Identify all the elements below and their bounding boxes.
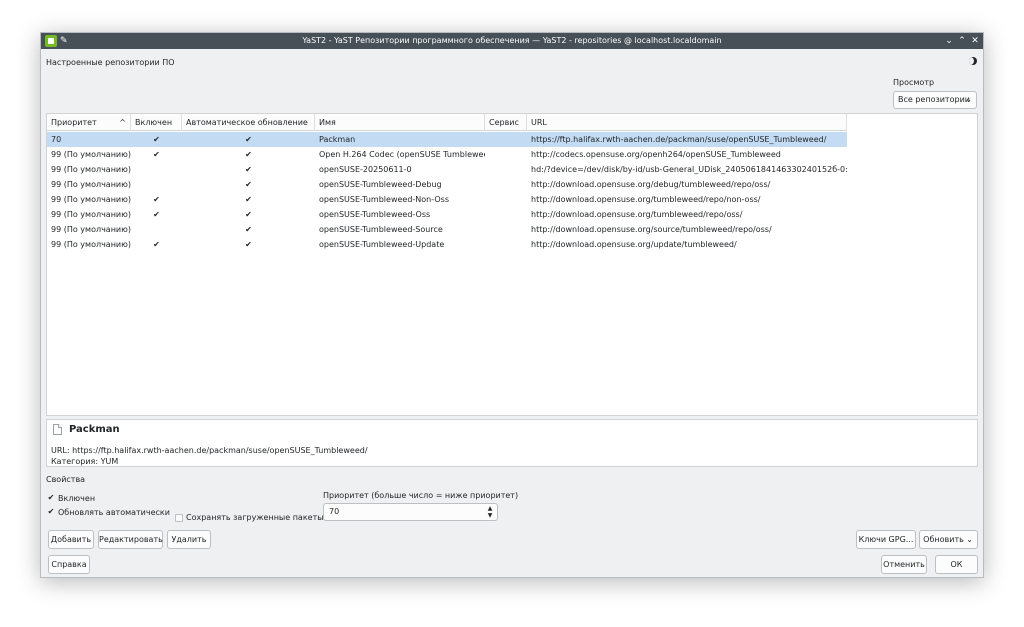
refresh-button[interactable]: Обновить ⌄ bbox=[919, 530, 978, 549]
autorefresh-check-icon: ✔ bbox=[245, 150, 252, 159]
cell-name: openSUSE-20250611-0 bbox=[319, 165, 412, 174]
delete-button[interactable]: Удалить bbox=[167, 530, 211, 549]
cell-priority: 99 (По умолчанию) bbox=[51, 150, 131, 159]
cell-url: https://ftp.halifax.rwth-aachen.de/packm… bbox=[531, 135, 827, 144]
refresh-button-label: Обновить bbox=[923, 535, 964, 544]
detail-category: Категория: YUM bbox=[51, 457, 119, 466]
cell-priority: 70 bbox=[51, 135, 62, 144]
autorefresh-check-icon: ✔ bbox=[245, 240, 252, 249]
table-row[interactable]: 70 ✔ ✔ Packman https://ftp.halifax.rwth-aach… bbox=[47, 132, 847, 147]
enabled-check-icon: ✔ bbox=[153, 195, 160, 204]
detail-title: Packman bbox=[69, 424, 120, 435]
spin-arrows-icon[interactable]: ▲ ▼ bbox=[486, 505, 494, 519]
cell-priority: 99 (По умолчанию) bbox=[51, 210, 131, 219]
cell-priority: 99 (По умолчанию) bbox=[51, 240, 131, 249]
cell-url: http://codecs.opensuse.org/openh264/open… bbox=[531, 150, 781, 159]
enabled-check-icon: ✔ bbox=[153, 135, 160, 144]
column-header-priority[interactable]: Приоритет ^ bbox=[47, 114, 131, 131]
column-header-autorefresh[interactable]: Автоматическое обновление bbox=[182, 114, 315, 131]
page-title: Настроенные репозитории ПО bbox=[46, 58, 175, 67]
table-row[interactable]: 99 (По умолчанию) ✔ openSUSE-20250611-0 hd:… bbox=[47, 162, 847, 177]
view-select-value: Все репозитории bbox=[898, 95, 970, 104]
autorefresh-check-icon: ✔ bbox=[245, 165, 252, 174]
autorefresh-checkbox[interactable]: ✔ bbox=[47, 508, 55, 516]
enabled-checkbox[interactable]: ✔ bbox=[47, 494, 55, 502]
yast-window: ✎ YaST2 - YaST Репозитории программного … bbox=[40, 32, 984, 578]
sort-ascending-icon: ^ bbox=[119, 118, 126, 127]
chevron-down-icon: ⌄ bbox=[965, 95, 972, 104]
autorefresh-check-icon: ✔ bbox=[245, 210, 252, 219]
table-row[interactable]: 99 (По умолчанию) ✔ ✔ openSUSE-Tumbleweed-N… bbox=[47, 192, 847, 207]
properties-label: Свойства bbox=[46, 475, 86, 484]
table-row[interactable]: 99 (По умолчанию) ✔ ✔ openSUSE-Tumbleweed-U… bbox=[47, 237, 847, 252]
cell-name: openSUSE-Tumbleweed-Oss bbox=[319, 210, 431, 219]
gpg-keys-button[interactable]: Ключи GPG... bbox=[856, 530, 916, 549]
cell-name: openSUSE-Tumbleweed-Non-Oss bbox=[319, 195, 449, 204]
title-bar[interactable]: ✎ YaST2 - YaST Репозитории программного … bbox=[41, 33, 983, 49]
enabled-check-icon: ✔ bbox=[153, 210, 160, 219]
cell-url: http://download.opensuse.org/debug/tumbl… bbox=[531, 180, 771, 189]
repository-table[interactable]: Приоритет ^ Включен Автоматическое обнов… bbox=[46, 113, 978, 416]
priority-label: Приоритет (больше число = ниже приоритет… bbox=[323, 491, 519, 500]
close-icon[interactable]: ✕ bbox=[969, 33, 981, 49]
document-icon bbox=[53, 424, 62, 435]
priority-spinbox[interactable]: 70 ▲ ▼ bbox=[323, 503, 498, 521]
detail-url: URL: https://ftp.halifax.rwth-aachen.de/… bbox=[51, 446, 368, 455]
table-row[interactable]: 99 (По умолчанию) ✔ ✔ Open H.264 Codec (ope… bbox=[47, 147, 847, 162]
cell-priority: 99 (По умолчанию) bbox=[51, 225, 131, 234]
edit-button[interactable]: Редактировать bbox=[98, 530, 163, 549]
keep-packages-checkbox[interactable] bbox=[175, 514, 183, 522]
autorefresh-check-icon: ✔ bbox=[245, 195, 252, 204]
cell-url: http://download.opensuse.org/tumbleweed/… bbox=[531, 210, 743, 219]
ok-button[interactable]: ОК bbox=[935, 555, 978, 574]
table-header: Приоритет ^ Включен Автоматическое обнов… bbox=[47, 114, 847, 131]
autorefresh-check-icon: ✔ bbox=[245, 135, 252, 144]
column-header-enabled[interactable]: Включен bbox=[131, 114, 182, 131]
column-header-url[interactable]: URL bbox=[527, 114, 847, 131]
cell-name: openSUSE-Tumbleweed-Source bbox=[319, 225, 443, 234]
autorefresh-checkbox-label: Обновлять автоматически bbox=[58, 508, 170, 517]
column-header-name[interactable]: Имя bbox=[315, 114, 485, 131]
chevron-down-icon: ⌄ bbox=[966, 535, 973, 544]
minimize-icon[interactable]: ⌄ bbox=[943, 33, 955, 49]
priority-spinbox-value: 70 bbox=[329, 507, 340, 516]
cell-url: http://download.opensuse.org/tumbleweed/… bbox=[531, 195, 761, 204]
cell-name: openSUSE-Tumbleweed-Update bbox=[319, 240, 445, 249]
cell-url: http://download.opensuse.org/source/tumb… bbox=[531, 225, 772, 234]
cell-name: openSUSE-Tumbleweed-Debug bbox=[319, 180, 442, 189]
table-row[interactable]: 99 (По умолчанию) ✔ openSUSE-Tumbleweed-So… bbox=[47, 222, 847, 237]
add-button[interactable]: Добавить bbox=[48, 530, 94, 549]
cell-name: Packman bbox=[319, 135, 356, 144]
cell-name: Open H.264 Codec (openSUSE Tumbleweed) bbox=[319, 150, 485, 159]
column-header-service[interactable]: Сервис bbox=[485, 114, 527, 131]
table-row[interactable]: 99 (По умолчанию) ✔ ✔ openSUSE-Tumbleweed-O… bbox=[47, 207, 847, 222]
maximize-icon[interactable]: ⌃ bbox=[956, 33, 968, 49]
autorefresh-check-icon: ✔ bbox=[245, 180, 252, 189]
enabled-check-icon: ✔ bbox=[153, 240, 160, 249]
table-row[interactable]: 99 (По умолчанию) ✔ openSUSE-Tumbleweed-De… bbox=[47, 177, 847, 192]
window-title: YaST2 - YaST Репозитории программного об… bbox=[302, 36, 722, 45]
view-label: Просмотр bbox=[893, 78, 935, 87]
autorefresh-check-icon: ✔ bbox=[245, 225, 252, 234]
enabled-check-icon: ✔ bbox=[153, 150, 160, 159]
cell-url: hd:/?device=/dev/disk/by-id/usb-General_… bbox=[531, 165, 847, 174]
keep-packages-label: Сохранять загруженные пакеты bbox=[186, 513, 324, 522]
help-button[interactable]: Справка bbox=[48, 555, 90, 574]
cell-priority: 99 (По умолчанию) bbox=[51, 195, 131, 204]
cell-priority: 99 (По умолчанию) bbox=[51, 165, 131, 174]
repository-details: Packman URL: https://ftp.halifax.rwth-aa… bbox=[46, 419, 978, 467]
cell-url: http://download.opensuse.org/update/tumb… bbox=[531, 240, 737, 249]
view-select[interactable]: Все репозитории ⌄ bbox=[893, 91, 977, 109]
theme-moon-icon bbox=[969, 57, 977, 65]
cell-priority: 99 (По умолчанию) bbox=[51, 180, 131, 189]
cancel-button[interactable]: Отменить bbox=[881, 555, 927, 574]
enabled-checkbox-label: Включен bbox=[58, 494, 96, 503]
